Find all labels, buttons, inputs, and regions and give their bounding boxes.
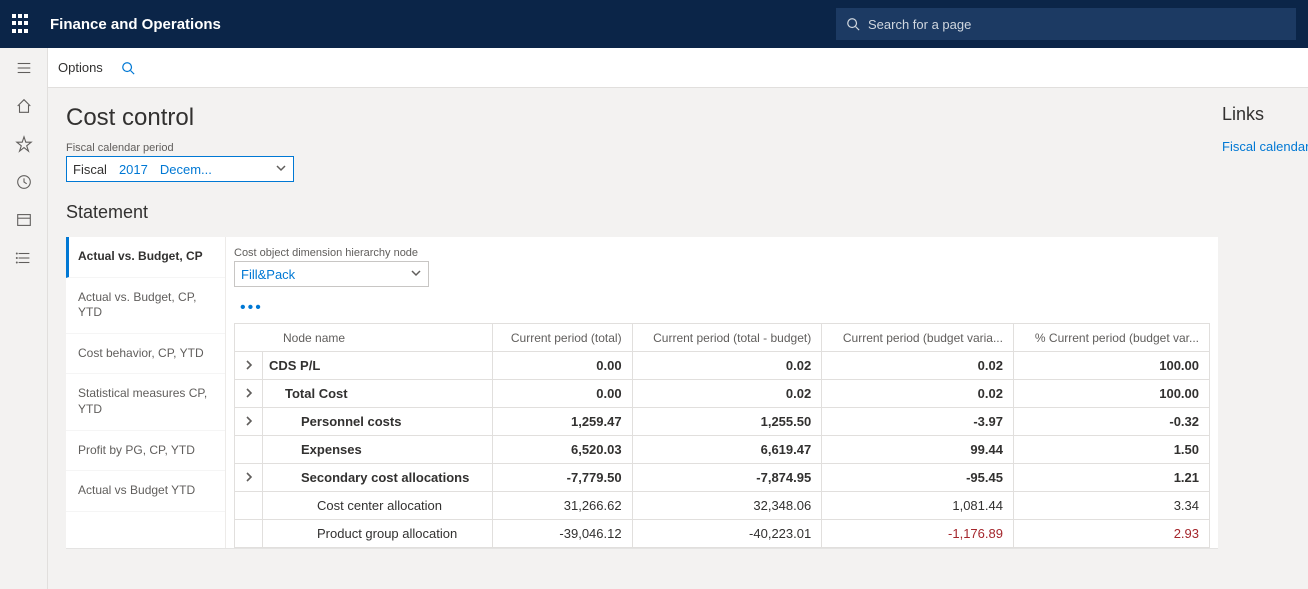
statement-card: Actual vs. Budget, CP Actual vs. Budget,… xyxy=(66,237,1218,548)
value-cell: -40,223.01 xyxy=(632,520,822,548)
statement-table: Node name Current period (total) Current… xyxy=(234,323,1210,548)
value-cell: 1,259.47 xyxy=(493,408,632,436)
value-cell: -39,046.12 xyxy=(493,520,632,548)
value-cell: 1,081.44 xyxy=(822,492,1014,520)
value-cell: 0.00 xyxy=(493,352,632,380)
dimension-value: Fill&Pack xyxy=(241,267,295,282)
table-header-row: Node name Current period (total) Current… xyxy=(235,324,1210,352)
expand-toggle[interactable] xyxy=(235,380,263,408)
table-row[interactable]: Expenses6,520.036,619.4799.441.50 xyxy=(235,436,1210,464)
tab-actual-vs-budget-cp[interactable]: Actual vs. Budget, CP xyxy=(66,237,225,278)
value-cell: 1.21 xyxy=(1013,464,1209,492)
col-node-name[interactable]: Node name xyxy=(235,324,493,352)
table-row[interactable]: Cost center allocation31,266.6232,348.06… xyxy=(235,492,1210,520)
value-cell: 32,348.06 xyxy=(632,492,822,520)
value-cell: -95.45 xyxy=(822,464,1014,492)
period-label: Fiscal calendar period xyxy=(66,142,1218,154)
tab-actual-vs-budget-ytd[interactable]: Actual vs Budget YTD xyxy=(66,471,225,512)
value-cell: -7,874.95 xyxy=(632,464,822,492)
statement-section-title: Statement xyxy=(66,202,1218,223)
node-name-cell: Total Cost xyxy=(263,380,493,408)
node-name-cell: Expenses xyxy=(263,436,493,464)
workspace-icon[interactable] xyxy=(14,210,34,230)
value-cell: 31,266.62 xyxy=(493,492,632,520)
value-cell: 1,255.50 xyxy=(632,408,822,436)
options-button[interactable]: Options xyxy=(58,60,103,75)
value-cell: 0.02 xyxy=(822,380,1014,408)
col-current-total-budget[interactable]: Current period (total - budget) xyxy=(632,324,822,352)
period-seg-month[interactable]: Decem... xyxy=(154,162,218,177)
links-panel: Links Fiscal calendars xyxy=(1218,104,1308,589)
global-search[interactable] xyxy=(836,8,1296,40)
value-cell: 100.00 xyxy=(1013,380,1209,408)
table-row[interactable]: Total Cost0.000.020.02100.00 xyxy=(235,380,1210,408)
app-launcher-icon[interactable] xyxy=(12,14,32,34)
statement-tab-rail: Actual vs. Budget, CP Actual vs. Budget,… xyxy=(66,237,226,548)
value-cell: 3.34 xyxy=(1013,492,1209,520)
tab-actual-vs-budget-cp-ytd[interactable]: Actual vs. Budget, CP, YTD xyxy=(66,278,225,334)
value-cell: -3.97 xyxy=(822,408,1014,436)
link-fiscal-calendars[interactable]: Fiscal calendars xyxy=(1222,139,1308,154)
action-bar: Options xyxy=(48,48,1308,88)
value-cell: 99.44 xyxy=(822,436,1014,464)
home-icon[interactable] xyxy=(14,96,34,116)
app-title: Finance and Operations xyxy=(50,16,221,33)
expand-toggle xyxy=(235,436,263,464)
expand-toggle[interactable] xyxy=(235,352,263,380)
value-cell: -0.32 xyxy=(1013,408,1209,436)
period-seg-fiscal[interactable]: Fiscal xyxy=(67,162,113,177)
col-budget-variance[interactable]: Current period (budget varia... xyxy=(822,324,1014,352)
links-title: Links xyxy=(1222,104,1308,125)
value-cell: 0.02 xyxy=(632,380,822,408)
expand-toggle xyxy=(235,520,263,548)
nav-rail xyxy=(0,48,48,589)
value-cell: 1.50 xyxy=(1013,436,1209,464)
favorite-icon[interactable] xyxy=(14,134,34,154)
tab-profit-by-pg-cp-ytd[interactable]: Profit by PG, CP, YTD xyxy=(66,431,225,472)
dimension-select[interactable]: Fill&Pack xyxy=(234,261,429,287)
value-cell: 0.02 xyxy=(632,352,822,380)
node-name-cell: Cost center allocation xyxy=(263,492,493,520)
global-search-input[interactable] xyxy=(868,17,1286,32)
tab-cost-behavior-cp-ytd[interactable]: Cost behavior, CP, YTD xyxy=(66,334,225,375)
tab-statistical-measures-cp-ytd[interactable]: Statistical measures CP, YTD xyxy=(66,374,225,430)
table-row[interactable]: Product group allocation-39,046.12-40,22… xyxy=(235,520,1210,548)
value-cell: -1,176.89 xyxy=(822,520,1014,548)
modules-icon[interactable] xyxy=(14,248,34,268)
node-name-cell: Secondary cost allocations xyxy=(263,464,493,492)
value-cell: -7,779.50 xyxy=(493,464,632,492)
value-cell: 0.00 xyxy=(493,380,632,408)
expand-toggle[interactable] xyxy=(235,464,263,492)
search-icon xyxy=(846,17,860,31)
col-budget-variance-pct[interactable]: % Current period (budget var... xyxy=(1013,324,1209,352)
table-row[interactable]: Secondary cost allocations-7,779.50-7,87… xyxy=(235,464,1210,492)
value-cell: 100.00 xyxy=(1013,352,1209,380)
more-actions-icon[interactable]: ••• xyxy=(234,299,1210,317)
fiscal-period-picker[interactable]: Fiscal 2017 Decem... xyxy=(66,156,294,182)
expand-toggle xyxy=(235,492,263,520)
value-cell: 0.02 xyxy=(822,352,1014,380)
node-name-cell: CDS P/L xyxy=(263,352,493,380)
value-cell: 6,619.47 xyxy=(632,436,822,464)
statement-content: Cost object dimension hierarchy node Fil… xyxy=(226,237,1218,548)
app-header: Finance and Operations xyxy=(0,0,1308,48)
expand-toggle[interactable] xyxy=(235,408,263,436)
value-cell: 2.93 xyxy=(1013,520,1209,548)
chevron-down-icon[interactable] xyxy=(275,162,287,177)
chevron-down-icon xyxy=(410,267,422,282)
col-current-total[interactable]: Current period (total) xyxy=(493,324,632,352)
recent-icon[interactable] xyxy=(14,172,34,192)
action-search-icon[interactable] xyxy=(121,61,135,75)
page-title: Cost control xyxy=(66,104,1218,132)
period-seg-year[interactable]: 2017 xyxy=(113,162,154,177)
table-row[interactable]: Personnel costs1,259.471,255.50-3.97-0.3… xyxy=(235,408,1210,436)
value-cell: 6,520.03 xyxy=(493,436,632,464)
menu-icon[interactable] xyxy=(14,58,34,78)
table-row[interactable]: CDS P/L0.000.020.02100.00 xyxy=(235,352,1210,380)
node-name-cell: Personnel costs xyxy=(263,408,493,436)
node-name-cell: Product group allocation xyxy=(263,520,493,548)
dimension-label: Cost object dimension hierarchy node xyxy=(234,247,1210,259)
